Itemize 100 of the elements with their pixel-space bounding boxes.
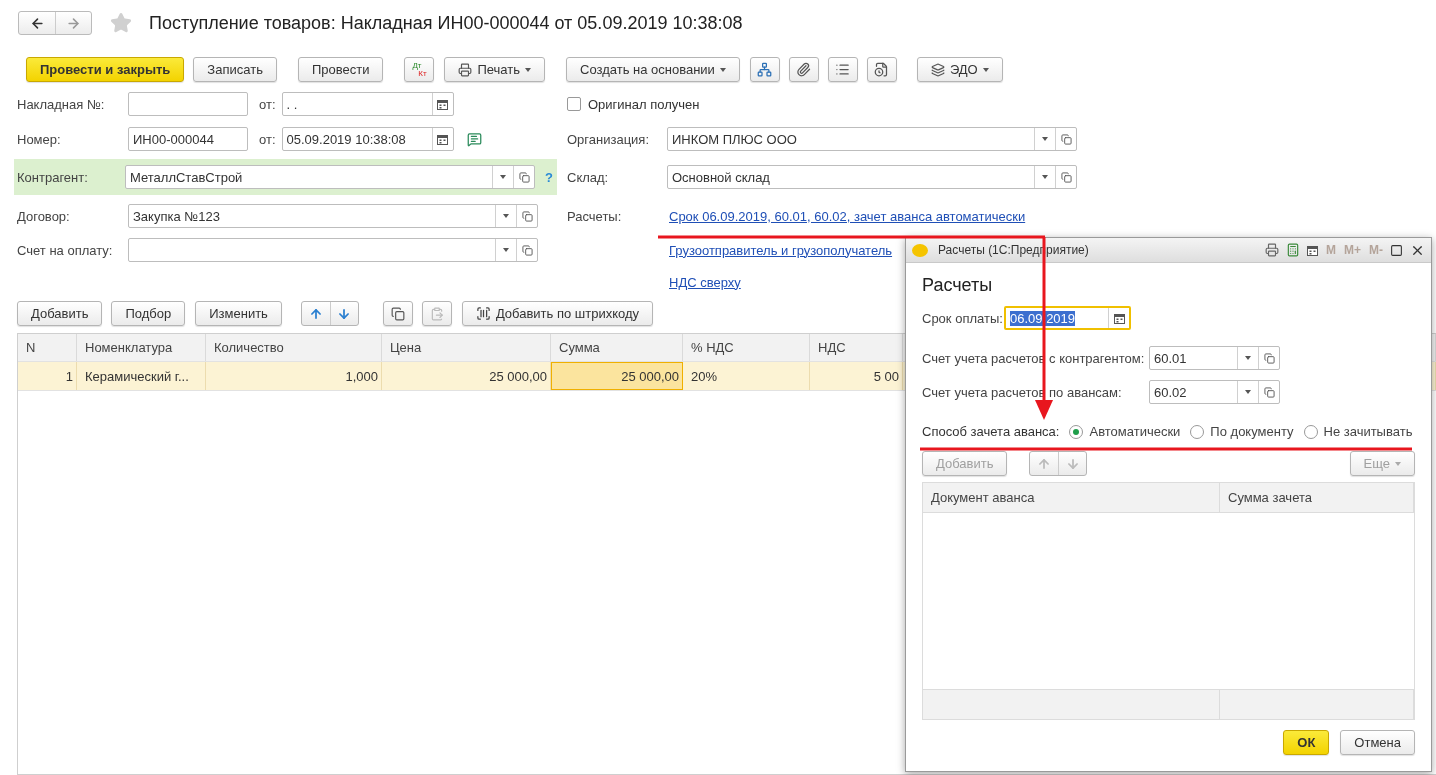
table-cell: Керамический г...	[77, 362, 206, 390]
cancel-button[interactable]: Отмена	[1340, 730, 1415, 755]
icon-button[interactable]	[749, 57, 780, 82]
field-label: Способ зачета аванса:	[922, 424, 1060, 439]
open-icon	[521, 210, 533, 222]
table-cell: 5 00	[810, 362, 903, 390]
select-field[interactable]: 60.01	[1149, 346, 1280, 370]
calculator-icon[interactable]	[1286, 243, 1300, 257]
caret-icon	[503, 214, 509, 218]
calendar-icon	[1113, 312, 1125, 324]
column-header[interactable]: Сумма	[551, 334, 683, 361]
stack-icon	[930, 62, 945, 77]
table-button[interactable]: Изменить	[195, 301, 282, 326]
field-label: Накладная №:	[17, 96, 106, 112]
caret-icon	[1245, 390, 1251, 394]
column-header[interactable]: Документ аванса	[923, 483, 1220, 512]
comment-check-icon	[466, 131, 482, 147]
select-field[interactable]: МеталлСтавСтрой	[125, 165, 535, 189]
barcode-icon	[475, 306, 491, 321]
field-label: Расчеты:	[567, 208, 623, 224]
column-header[interactable]: Сумма зачета	[1220, 483, 1414, 512]
menu-button[interactable]: Печать	[444, 57, 545, 82]
dialog-heading: Расчеты	[922, 275, 994, 296]
column-header[interactable]: % НДС	[683, 334, 810, 361]
open-icon	[1263, 386, 1275, 398]
caret-icon	[525, 67, 531, 72]
toolbar-button[interactable]: Записать	[193, 57, 277, 82]
document-clock-icon	[874, 62, 890, 77]
copy-icon	[390, 306, 405, 321]
column-header[interactable]: N	[18, 334, 77, 361]
table-cell: 20%	[683, 362, 810, 390]
link[interactable]: НДС сверху	[669, 274, 741, 290]
open-icon	[1263, 352, 1275, 364]
number-field[interactable]	[128, 92, 248, 116]
checkbox[interactable]: Оригинал получен	[567, 96, 700, 112]
radio-label[interactable]: По документу	[1210, 424, 1294, 439]
radio-button[interactable]	[1190, 424, 1205, 439]
list-icon	[835, 62, 851, 77]
link[interactable]: Срок 06.09.2019, 60.01, 60.02, зачет аванса автоматически	[669, 208, 1026, 224]
menu-button[interactable]: Создать на основании	[566, 57, 740, 82]
icon-button[interactable]	[788, 57, 819, 82]
column-header[interactable]: Номенклатура	[77, 334, 206, 361]
select-field[interactable]: 60.02	[1149, 380, 1280, 404]
star-icon[interactable]	[110, 12, 132, 34]
page-title: Поступление товаров: Накладная ИН00-000044 от 05.09.2019 10:38:08	[149, 12, 743, 34]
calendar-icon	[437, 98, 448, 110]
column-header[interactable]: Количество	[206, 334, 382, 361]
table-button[interactable]: Подбор	[111, 301, 186, 326]
paperclip-icon	[796, 62, 812, 77]
dt-kt-button[interactable]: Дт Кт	[404, 57, 435, 82]
open-icon	[1060, 171, 1072, 183]
open-icon	[521, 244, 533, 256]
table-button[interactable]: Добавить	[17, 301, 103, 326]
menu-button[interactable]: ЭДО	[916, 57, 1003, 82]
radio-label[interactable]: Автоматически	[1089, 424, 1181, 439]
radio-button[interactable]	[1069, 424, 1084, 439]
caret-icon	[503, 248, 509, 252]
link[interactable]: Грузоотправитель и грузополучатель	[669, 242, 893, 258]
open-icon	[1060, 133, 1072, 145]
icon-button[interactable]	[827, 57, 858, 82]
column-header[interactable]: Цена	[382, 334, 551, 361]
copy-button[interactable]	[382, 301, 413, 326]
arrow-right-icon	[66, 15, 81, 31]
caret-icon	[719, 67, 726, 72]
caret-icon	[500, 175, 506, 179]
select-field[interactable]: Закупка №123	[128, 204, 538, 228]
ok-button[interactable]: ОК	[1283, 730, 1330, 755]
clipboard-icon	[429, 306, 444, 321]
caret-icon	[982, 67, 989, 72]
field-label: Организация:	[567, 131, 651, 147]
printer-icon	[458, 62, 473, 77]
select-field[interactable]: Основной склад	[667, 165, 1077, 189]
select-field[interactable]: ИНКОМ ПЛЮС ООО	[667, 127, 1077, 151]
structure-icon	[757, 62, 773, 77]
field-label: Договор:	[17, 208, 71, 224]
logo-icon	[912, 243, 928, 257]
caret-icon	[1395, 461, 1401, 466]
calendar-icon	[437, 133, 448, 145]
caret-icon	[1042, 175, 1048, 179]
icon-button[interactable]	[866, 57, 897, 82]
date-field[interactable]: . .	[281, 92, 454, 116]
select-field[interactable]	[128, 238, 538, 262]
number-field[interactable]: ИН00-000044	[128, 127, 248, 151]
barcode-button[interactable]: Добавить по штрихкоду	[461, 301, 654, 326]
field-label: от:	[259, 131, 276, 147]
column-header[interactable]: НДС	[810, 334, 903, 361]
maximize-icon[interactable]	[1390, 243, 1403, 257]
open-icon	[518, 171, 530, 183]
date-field[interactable]: 05.09.2019 10:38:08	[281, 127, 454, 151]
field-label: Склад:	[567, 169, 610, 185]
calendar-icon	[1307, 244, 1318, 256]
printer-icon[interactable]	[1265, 243, 1279, 257]
field-label: Контрагент:	[17, 169, 89, 185]
post-close-button[interactable]: Провести и закрыть	[26, 57, 185, 82]
radio-button[interactable]	[1303, 424, 1318, 439]
radio-label[interactable]: Не зачитывать	[1323, 424, 1413, 439]
toolbar-button[interactable]: Провести	[297, 57, 384, 82]
field-label: Номер:	[17, 131, 62, 147]
field-label: Срок оплаты:	[922, 310, 1004, 326]
table-cell: 1	[18, 362, 77, 390]
